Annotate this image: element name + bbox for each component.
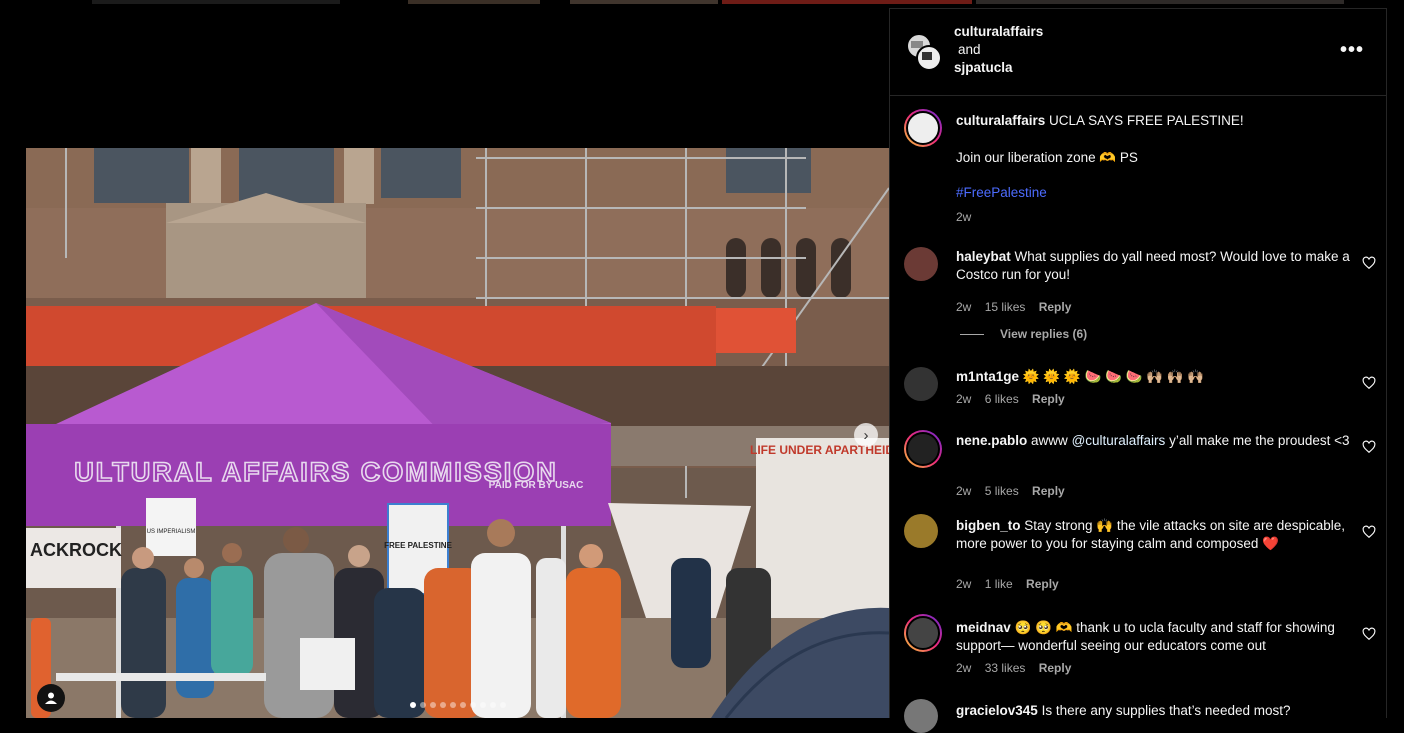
top-thumbnail[interactable]: [722, 0, 972, 4]
comment-username[interactable]: gracielov345: [956, 703, 1038, 718]
carousel-dot: [480, 702, 486, 708]
comment-meta: 2w 6 likes Reply: [956, 392, 1075, 406]
comment-time: 2w: [956, 392, 972, 406]
carousel-dot: [450, 702, 456, 708]
heart-icon[interactable]: [1362, 376, 1376, 390]
reply-button[interactable]: Reply: [1039, 661, 1072, 675]
comment-body: Is there any supplies that’s needed most…: [1041, 703, 1291, 718]
sign-free-palestine: FREE PALESTINE: [384, 541, 453, 550]
comment-avatar[interactable]: [904, 514, 938, 548]
chevron-right-icon: ›: [863, 426, 869, 444]
comment-likes[interactable]: 5 likes: [985, 484, 1019, 498]
sign-blackrock: ACKROCK: [30, 540, 122, 560]
comment-avatar[interactable]: [904, 430, 942, 468]
comment-username[interactable]: m1nta1ge: [956, 369, 1019, 384]
comment-time: 2w: [956, 300, 972, 314]
comment-time: 2w: [956, 577, 972, 591]
caption-time: 2w: [956, 210, 972, 224]
carousel-dot: [490, 702, 496, 708]
author-avatar-2[interactable]: [916, 45, 942, 71]
comment-avatar[interactable]: [904, 367, 938, 401]
heart-icon[interactable]: [1362, 627, 1376, 641]
comment-likes[interactable]: 6 likes: [985, 392, 1019, 406]
comment-username[interactable]: nene.pablo: [956, 433, 1027, 448]
comment-text: nene.pablo awww @culturalaffairs y’all m…: [956, 432, 1352, 450]
canopy-subtext: PAID FOR BY USAC: [489, 480, 584, 491]
top-thumbnail[interactable]: [92, 0, 340, 4]
comment-meta: 2w 33 likes Reply: [956, 661, 1081, 675]
user-tag-icon: [45, 692, 57, 704]
comment-text: gracielov345 Is there any supplies that’…: [956, 702, 1352, 720]
comment-likes[interactable]: 1 like: [985, 577, 1013, 591]
caption-line2: Join our liberation zone 🫶 PS: [956, 150, 1138, 165]
carousel-dot: [440, 702, 446, 708]
sign-imperialism: US IMPERIALISM: [147, 529, 196, 535]
comment-time: 2w: [956, 484, 972, 498]
more-icon: •••: [1340, 39, 1365, 61]
comment-text: m1nta1ge 🌞 🌞 🌞 🍉 🍉 🍉 🙌🏼 🙌🏼 🙌🏼: [956, 368, 1352, 386]
heart-icon[interactable]: [1362, 525, 1376, 539]
comment-body: 🥺 🥺 🫶 thank u to ucla faculty and staff …: [956, 620, 1335, 653]
carousel-dot: [430, 702, 436, 708]
reply-button[interactable]: Reply: [1032, 392, 1065, 406]
post-image[interactable]: LIFE UNDER APARTHEID ULTURAL AFFAIRS COM…: [26, 148, 889, 718]
comment-likes[interactable]: 15 likes: [985, 300, 1026, 314]
comment-mention[interactable]: @culturalaffairs: [1072, 433, 1166, 448]
caption-avatar[interactable]: [904, 109, 942, 147]
carousel-dot: [500, 702, 506, 708]
comments-panel: culturalaffairs and sjpatucla ••• cultur…: [889, 8, 1387, 733]
comment-text: bigben_to Stay strong 🙌 the vile attacks…: [956, 517, 1352, 553]
comment-avatar[interactable]: [904, 614, 942, 652]
top-thumbnail[interactable]: [976, 0, 1344, 4]
top-thumbnail[interactable]: [408, 0, 540, 4]
comment-body-pre: awww: [1031, 433, 1068, 448]
view-replies-label: View replies (6): [1000, 327, 1088, 341]
top-thumbnail[interactable]: [570, 0, 718, 4]
comment-body: What supplies do yall need most? Would l…: [956, 249, 1350, 282]
caption-hashtag[interactable]: #FreePalestine: [956, 184, 1352, 202]
tagged-users-button[interactable]: [37, 684, 65, 712]
comment-text: haleybat What supplies do yall need most…: [956, 248, 1352, 284]
comment-text: meidnav 🥺 🥺 🫶 thank u to ucla faculty an…: [956, 619, 1352, 655]
post-photo-illustration: LIFE UNDER APARTHEID ULTURAL AFFAIRS COM…: [26, 148, 889, 718]
carousel-dot: [410, 702, 416, 708]
comment-username[interactable]: meidnav: [956, 620, 1011, 635]
comment-username[interactable]: bigben_to: [956, 518, 1021, 533]
carousel-dot: [470, 702, 476, 708]
view-replies-button[interactable]: View replies (6): [960, 327, 1087, 341]
reply-button[interactable]: Reply: [1039, 300, 1072, 314]
comment-body: 🌞 🌞 🌞 🍉 🍉 🍉 🙌🏼 🙌🏼 🙌🏼: [1022, 369, 1205, 384]
comment-username[interactable]: haleybat: [956, 249, 1011, 264]
comment-avatar[interactable]: [904, 699, 938, 733]
comment-meta: 2w 1 like Reply: [956, 577, 1069, 591]
next-image-button[interactable]: ›: [854, 423, 878, 447]
comment-time: 2w: [956, 661, 972, 675]
comment-body-post: y’all make me the proudest <3: [1169, 433, 1350, 448]
caption-line1: UCLA SAYS FREE PALESTINE!: [1049, 113, 1244, 128]
post-header: culturalaffairs and sjpatucla •••: [890, 9, 1386, 96]
comment-avatar[interactable]: [904, 247, 938, 281]
reply-button[interactable]: Reply: [1032, 484, 1065, 498]
caption-text: culturalaffairs UCLA SAYS FREE PALESTINE…: [956, 112, 1352, 130]
carousel-dot: [420, 702, 426, 708]
canopy-text: ULTURAL AFFAIRS COMMISSION: [74, 457, 558, 487]
comment-likes[interactable]: 33 likes: [985, 661, 1026, 675]
heart-icon[interactable]: [1362, 256, 1376, 270]
heart-icon[interactable]: [1362, 440, 1376, 454]
carousel-indicator: [410, 702, 506, 708]
author-conjunction: and: [958, 42, 981, 57]
comment-meta: 2w 5 likes Reply: [956, 484, 1075, 498]
caption-username[interactable]: culturalaffairs: [956, 113, 1045, 128]
more-options-button[interactable]: •••: [1340, 39, 1364, 62]
carousel-dot: [460, 702, 466, 708]
reply-button[interactable]: Reply: [1026, 577, 1059, 591]
author-username-1[interactable]: culturalaffairs: [954, 24, 1043, 39]
author-username-2[interactable]: sjpatucla: [954, 60, 1013, 75]
comment-meta: 2w 15 likes Reply: [956, 300, 1081, 314]
